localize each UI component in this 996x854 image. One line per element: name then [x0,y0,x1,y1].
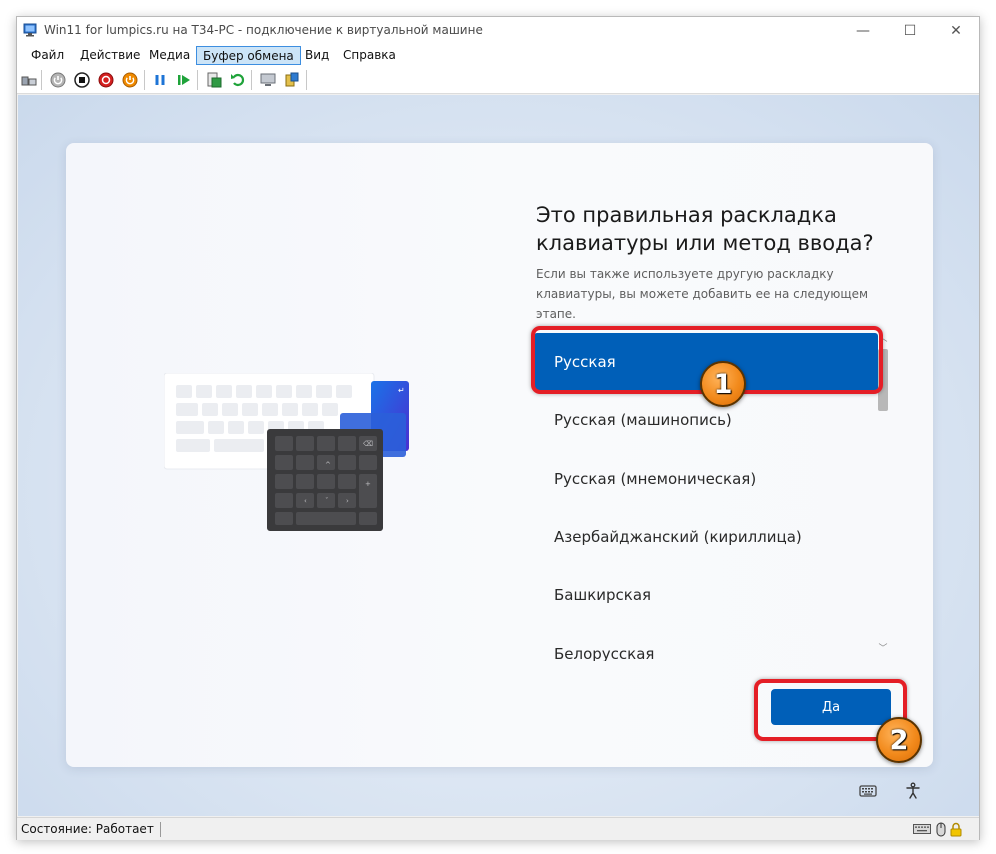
toolbar-separator [197,70,198,90]
mouse-status-icon [936,821,946,837]
svg-text:+: + [365,480,371,488]
svg-text:⌫: ⌫ [363,440,373,448]
maximize-icon: ☐ [903,22,917,39]
layout-item-azerbaijani-cyrillic[interactable]: Азербайджанский (кириллица) [534,508,878,566]
layout-item-bashkir[interactable]: Башкирская [534,566,878,624]
menu-action[interactable]: Действие [74,46,146,65]
status-bar: Состояние: Работает [17,817,979,840]
close-icon: ✕ [950,22,962,39]
toolbar-separator [251,70,252,90]
layout-item-russian-phonetic[interactable]: Русская (мнемоническая) [534,450,878,508]
save-icon[interactable] [122,72,138,88]
menu-clipboard[interactable]: Буфер обмена [196,46,301,65]
share-icon[interactable] [284,72,300,88]
vm-connect-icon [23,23,37,37]
accessibility-icon[interactable] [903,781,923,801]
page-title: Это правильная раскладка клавиатуры или … [536,203,874,255]
minimize-icon: — [856,22,870,39]
menu-view[interactable]: Вид [299,46,335,65]
svg-text:‹: ‹ [304,497,307,505]
vm-connection-window: Win11 for lumpics.ru на Т34-PC - подключ… [16,16,980,840]
ctrl-alt-del-icon[interactable] [21,72,37,88]
keyboard-icon[interactable] [858,781,878,801]
scroll-down-icon[interactable]: ﹀ [877,643,889,655]
oobe-card: ↵ ⌫ ^ + ‹ ˇ › Это правильная раскладка клави… [66,143,933,767]
layout-item-belarusian[interactable]: Белорусская [534,625,878,661]
step-badge-2: 2 [876,717,922,763]
vm-display[interactable]: ↵ ⌫ ^ + ‹ ˇ › Это правильная раскладка клави… [18,95,979,816]
menu-file[interactable]: Файл [25,46,70,65]
svg-text:^: ^ [325,461,331,469]
toolbar [17,66,979,94]
pause-icon[interactable] [152,72,168,88]
title-bar: Win11 for lumpics.ru на Т34-PC - подключ… [17,17,979,44]
lock-status-icon [950,821,962,837]
reset-icon[interactable] [176,72,192,88]
svg-text:›: › [346,497,349,505]
window-title: Win11 for lumpics.ru на Т34-PC - подключ… [44,23,483,37]
keyboard-status-icon [913,821,931,837]
step-badge-1: 1 [700,361,746,407]
menu-media[interactable]: Медиа [143,46,196,65]
shut-down-icon[interactable] [98,72,114,88]
minimize-button[interactable]: — [840,17,886,44]
toolbar-separator [144,70,145,90]
turn-off-icon[interactable] [74,72,90,88]
toolbar-separator [306,70,307,90]
menu-help[interactable]: Справка [337,46,402,65]
toolbar-separator [41,70,42,90]
checkpoint-icon[interactable] [206,72,222,88]
start-icon[interactable] [50,72,66,88]
close-button[interactable]: ✕ [933,17,979,44]
svg-text:↵: ↵ [398,386,405,395]
menu-bar: Файл Действие Медиа Буфер обмена Вид Спр… [17,44,979,66]
maximize-button[interactable]: ☐ [887,17,933,44]
enhanced-session-icon[interactable] [260,72,276,88]
revert-icon[interactable] [230,72,246,88]
keyboard-illustration: ↵ ⌫ ^ + ‹ ˇ › [164,373,409,531]
svg-text:ˇ: ˇ [325,497,329,505]
vm-status: Состояние: Работает [21,822,161,837]
page-description: Если вы также используете другую расклад… [536,267,869,321]
